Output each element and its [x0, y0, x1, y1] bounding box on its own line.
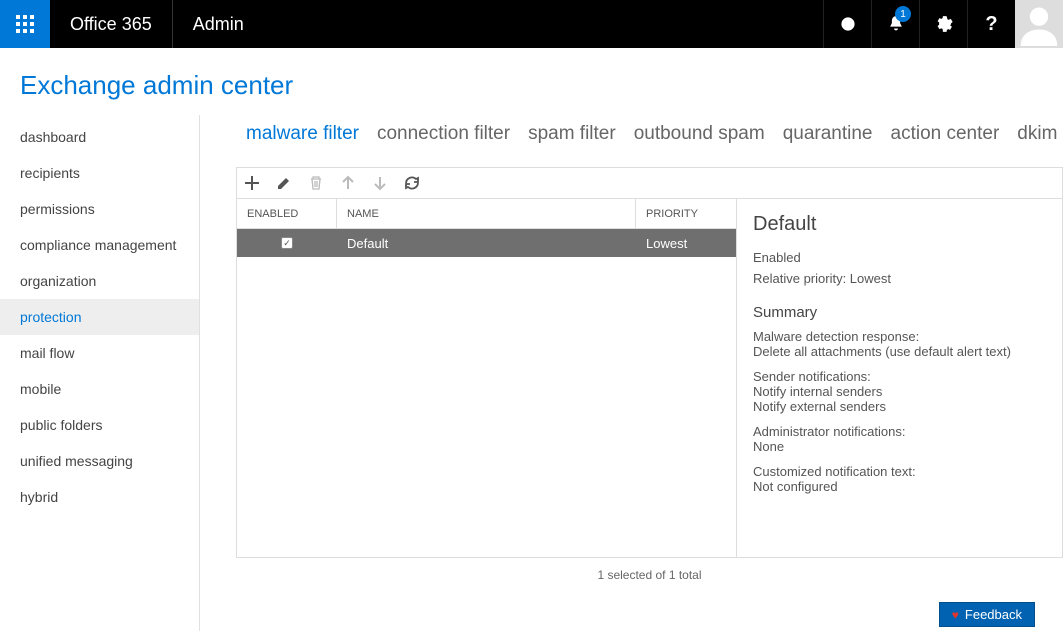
tab-spam-filter[interactable]: spam filter — [528, 123, 616, 145]
refresh-icon — [404, 175, 420, 191]
topbar: Office 365 Admin 1 ? — [0, 0, 1063, 48]
sidebar-item-dashboard[interactable]: dashboard — [0, 119, 199, 155]
arrow-down-icon — [372, 175, 388, 191]
waffle-icon — [15, 14, 35, 34]
tabs: malware filter connection filter spam filt… — [236, 115, 1063, 167]
detail-value: Notify external senders — [753, 399, 1046, 414]
pencil-icon — [276, 175, 292, 191]
table-row[interactable]: ✓ DefaultLowest — [237, 229, 736, 257]
list-container: ENABLED NAME PRIORITY ✓DefaultLowest Def… — [236, 198, 1063, 558]
heart-icon: ♥ — [952, 608, 959, 622]
cell-priority: Lowest — [636, 236, 736, 251]
page-title: Exchange admin center — [0, 48, 1063, 115]
skype-icon — [839, 15, 857, 33]
plus-icon — [244, 175, 260, 191]
tab-malware-filter[interactable]: malware filter — [246, 123, 359, 145]
move-down-button[interactable] — [371, 174, 389, 192]
sidebar-item-protection[interactable]: protection — [0, 299, 199, 335]
help-button[interactable]: ? — [967, 0, 1015, 48]
tab-outbound-spam[interactable]: outbound spam — [634, 123, 765, 145]
notifications-button[interactable]: 1 — [871, 0, 919, 48]
detail-value: Delete all attachments (use default aler… — [753, 344, 1046, 359]
detail-label: Administrator notifications: — [753, 424, 1046, 439]
move-up-button[interactable] — [339, 174, 357, 192]
main: malware filter connection filter spam filt… — [200, 115, 1063, 631]
sidebar-item-hybrid[interactable]: hybrid — [0, 479, 199, 515]
help-icon: ? — [985, 13, 997, 36]
trash-icon — [308, 175, 324, 191]
cell-enabled: ✓ — [237, 237, 337, 249]
tab-quarantine[interactable]: quarantine — [783, 123, 873, 145]
table-header: ENABLED NAME PRIORITY — [237, 199, 736, 229]
details-pane: Default Enabled Relative priority: Lowes… — [737, 199, 1062, 557]
feedback-button[interactable]: ♥ Feedback — [939, 602, 1035, 627]
detail-value: Not configured — [753, 479, 1046, 494]
sidebar-item-permissions[interactable]: permissions — [0, 191, 199, 227]
col-header-enabled[interactable]: ENABLED — [237, 199, 337, 228]
detail-group: Administrator notifications:None — [753, 424, 1046, 454]
tab-dkim[interactable]: dkim — [1017, 123, 1057, 145]
table-body: ✓ DefaultLowest — [237, 229, 736, 557]
feedback-label: Feedback — [965, 607, 1022, 622]
arrow-up-icon — [340, 175, 356, 191]
details-status: Enabled — [753, 250, 1046, 265]
user-avatar[interactable] — [1015, 0, 1063, 48]
notification-badge: 1 — [895, 6, 911, 22]
sidebar-item-mail-flow[interactable]: mail flow — [0, 335, 199, 371]
refresh-button[interactable] — [403, 174, 421, 192]
enabled-checkbox[interactable]: ✓ — [281, 237, 293, 249]
sidebar-item-unified-messaging[interactable]: unified messaging — [0, 443, 199, 479]
detail-group: Malware detection response:Delete all at… — [753, 329, 1046, 359]
add-button[interactable] — [243, 174, 261, 192]
gear-icon — [935, 15, 953, 33]
cell-name: Default — [337, 236, 636, 251]
detail-group: Customized notification text:Not configu… — [753, 464, 1046, 494]
detail-label: Malware detection response: — [753, 329, 1046, 344]
detail-group: Sender notifications:Notify internal sen… — [753, 369, 1046, 414]
sidebar-item-recipients[interactable]: recipients — [0, 155, 199, 191]
delete-button[interactable] — [307, 174, 325, 192]
col-header-priority[interactable]: PRIORITY — [636, 199, 736, 228]
sidebar: dashboardrecipientspermissionscompliance… — [0, 115, 200, 631]
sidebar-item-public-folders[interactable]: public folders — [0, 407, 199, 443]
brand-label[interactable]: Office 365 — [50, 0, 173, 48]
avatar-icon — [1017, 2, 1061, 46]
col-header-name[interactable]: NAME — [337, 199, 636, 228]
content-columns: dashboardrecipientspermissionscompliance… — [0, 115, 1063, 631]
toolbar — [236, 167, 1063, 198]
settings-button[interactable] — [919, 0, 967, 48]
details-priority: Relative priority: Lowest — [753, 271, 1046, 286]
sidebar-item-mobile[interactable]: mobile — [0, 371, 199, 407]
detail-label: Sender notifications: — [753, 369, 1046, 384]
edit-button[interactable] — [275, 174, 293, 192]
detail-label: Customized notification text: — [753, 464, 1046, 479]
sidebar-item-compliance-management[interactable]: compliance management — [0, 227, 199, 263]
tab-connection-filter[interactable]: connection filter — [377, 123, 510, 145]
policy-table: ENABLED NAME PRIORITY ✓ DefaultLowest — [237, 199, 737, 557]
detail-value: Notify internal senders — [753, 384, 1046, 399]
detail-value: None — [753, 439, 1046, 454]
sidebar-item-organization[interactable]: organization — [0, 263, 199, 299]
app-title: Admin — [173, 14, 264, 35]
app-launcher-button[interactable] — [0, 0, 50, 48]
status-bar: 1 selected of 1 total — [236, 558, 1063, 592]
details-title: Default — [753, 213, 1046, 236]
skype-button[interactable] — [823, 0, 871, 48]
details-summary-title: Summary — [753, 304, 1046, 321]
tab-action-center[interactable]: action center — [891, 123, 1000, 145]
